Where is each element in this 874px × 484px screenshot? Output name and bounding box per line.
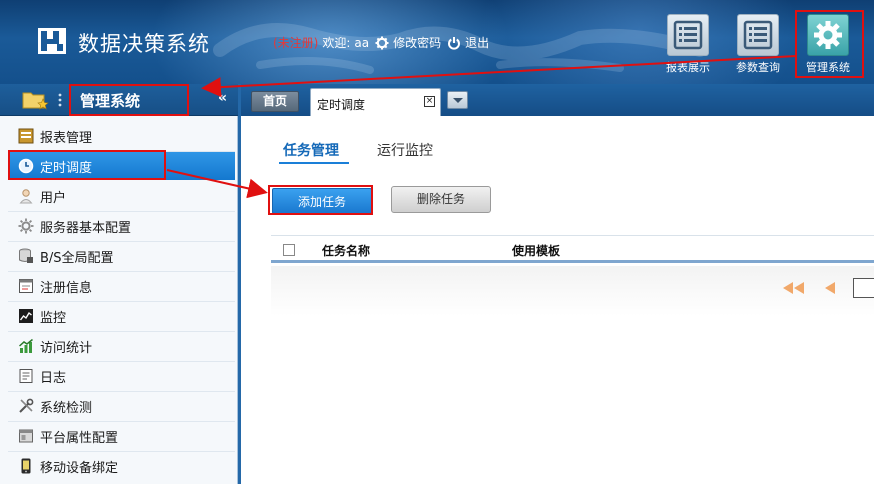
drag-handle-icon xyxy=(58,93,62,107)
sidebar-item-report-management[interactable]: 报表管理 xyxy=(8,122,235,150)
sidebar-item-registration-info[interactable]: 注册信息 xyxy=(8,272,235,300)
sidebar-item-label: 注册信息 xyxy=(40,280,93,296)
app-root: 数据决策系统 (未注册) 欢迎: aa 修改密码 退出 报表展示 参数查询 管理… xyxy=(0,0,874,484)
tab-run-monitor[interactable]: 运行监控 xyxy=(377,140,433,160)
list-icon xyxy=(743,20,773,50)
parameter-query-button[interactable]: 参数查询 xyxy=(726,14,790,75)
parameter-query-label: 参数查询 xyxy=(736,61,780,74)
mobile-device-icon xyxy=(21,458,31,474)
close-icon[interactable]: × xyxy=(424,96,435,107)
sidebar-item-label: 访问统计 xyxy=(40,340,93,356)
sidebar-item-system-check[interactable]: 系统检测 xyxy=(8,392,235,420)
sidebar-item-label: B/S全局配置 xyxy=(40,250,114,266)
column-header-task-name[interactable]: 任务名称 xyxy=(322,242,370,259)
delete-task-button[interactable]: 删除任务 xyxy=(391,186,491,213)
sidebar-item-label: 系统检测 xyxy=(40,400,93,416)
parameter-query-tile xyxy=(737,14,779,56)
annotation-highlight xyxy=(795,10,864,78)
sidebar-item-bs-global-config[interactable]: B/S全局配置 xyxy=(8,242,235,270)
sidebar-item-label: 监控 xyxy=(40,310,67,326)
report-display-label: 报表展示 xyxy=(666,61,710,74)
list-icon xyxy=(673,20,703,50)
tab-scheduled-dispatch[interactable]: 定时调度 × xyxy=(310,88,441,116)
power-icon[interactable] xyxy=(447,36,461,50)
platform-icon xyxy=(19,429,33,443)
column-header-template[interactable]: 使用模板 xyxy=(512,242,560,259)
annotation-highlight xyxy=(69,84,189,116)
app-logo-icon xyxy=(38,28,66,54)
annotation-highlight xyxy=(268,185,373,215)
sidebar-item-access-statistics[interactable]: 访问统计 xyxy=(8,332,235,360)
sidebar-item-label: 报表管理 xyxy=(40,130,93,146)
sidebar-item-monitor[interactable]: 监控 xyxy=(8,302,235,330)
database-icon xyxy=(19,248,33,263)
sidebar-item-label: 日志 xyxy=(40,370,67,386)
select-all-checkbox[interactable] xyxy=(283,244,295,256)
first-page-icon[interactable] xyxy=(782,281,806,295)
sidebar-item-label: 服务器基本配置 xyxy=(40,220,132,236)
previous-page-icon[interactable] xyxy=(824,281,836,295)
sidebar-item-log[interactable]: 日志 xyxy=(8,362,235,390)
annotation-highlight xyxy=(8,150,166,180)
tab-list-dropdown-button[interactable] xyxy=(447,91,468,109)
app-title: 数据决策系统 xyxy=(78,32,210,56)
username: aa xyxy=(354,35,370,50)
tab-home[interactable]: 首页 xyxy=(251,91,299,112)
welcome-label: 欢迎: xyxy=(322,36,351,50)
gear-icon[interactable] xyxy=(375,36,389,50)
settings-gear-icon xyxy=(18,218,34,234)
sidebar-item-mobile-binding[interactable]: 移动设备绑定 xyxy=(8,452,235,480)
sidebar-item-label: 平台属性配置 xyxy=(40,430,119,446)
page-number-input[interactable] xyxy=(853,278,874,298)
monitor-chart-icon xyxy=(19,309,33,323)
task-table-header: 任务名称 使用模板 xyxy=(271,235,874,263)
user-icon xyxy=(19,189,33,204)
report-icon xyxy=(18,128,34,144)
statistics-icon xyxy=(19,338,33,353)
sidebar-item-user[interactable]: 用户 xyxy=(8,182,235,210)
active-tab-underline xyxy=(279,162,349,164)
tab-task-management[interactable]: 任务管理 xyxy=(283,140,339,160)
tools-icon xyxy=(19,398,34,413)
top-header: 数据决策系统 (未注册) 欢迎: aa 修改密码 退出 报表展示 参数查询 管理… xyxy=(0,0,874,84)
user-bar: (未注册) 欢迎: aa 修改密码 退出 xyxy=(273,34,489,51)
unregistered-label: (未注册) xyxy=(273,36,319,50)
logout-link[interactable]: 退出 xyxy=(465,34,489,51)
registration-icon xyxy=(19,279,33,293)
tab-bar: 首页 定时调度 × xyxy=(241,84,874,116)
sidebar-item-label: 移动设备绑定 xyxy=(40,460,119,476)
sidebar-item-platform-properties[interactable]: 平台属性配置 xyxy=(8,422,235,450)
log-icon xyxy=(19,369,33,383)
tab-label: 定时调度 xyxy=(317,98,366,112)
report-display-tile xyxy=(667,14,709,56)
sidebar-item-server-config[interactable]: 服务器基本配置 xyxy=(8,212,235,240)
main-content: 任务管理 运行监控 添加任务 删除任务 任务名称 使用模板 xyxy=(241,116,874,484)
change-password-link[interactable]: 修改密码 xyxy=(393,34,441,51)
report-display-button[interactable]: 报表展示 xyxy=(656,14,720,75)
sidebar-item-label: 用户 xyxy=(40,190,67,206)
folder-star-icon xyxy=(22,92,49,110)
collapse-sidebar-button[interactable]: « xyxy=(218,90,227,106)
